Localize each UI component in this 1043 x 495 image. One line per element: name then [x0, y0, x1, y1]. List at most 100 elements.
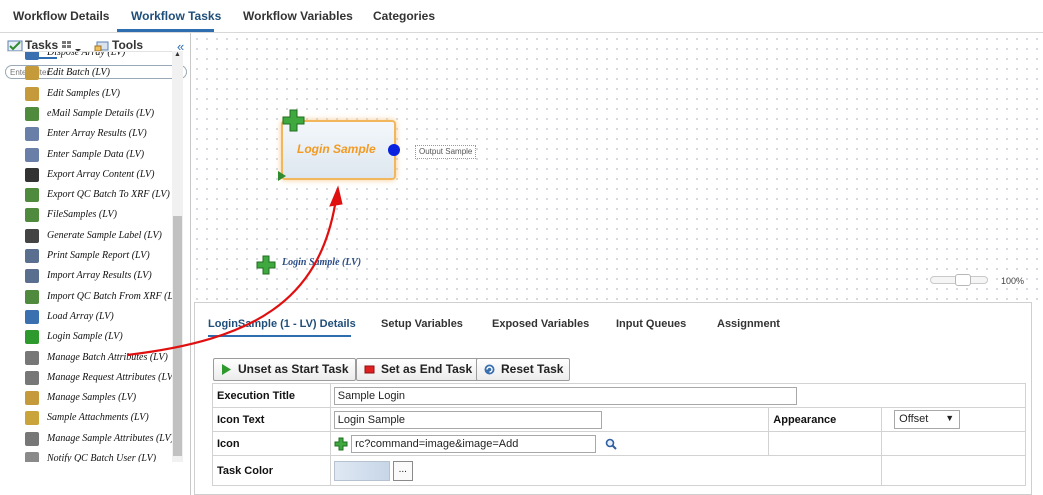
reset-task-label: Reset Task	[501, 362, 564, 376]
export-icon	[25, 167, 39, 182]
node-title[interactable]: Login Sample	[297, 142, 376, 156]
unset-start-task-button[interactable]: Unset as Start Task	[213, 358, 356, 381]
active-tab-underline	[117, 29, 214, 32]
start-task-arrow-icon[interactable]	[278, 171, 286, 181]
stop-icon	[364, 365, 375, 374]
appearance-value: Offset	[899, 413, 929, 425]
details-tab-underline	[208, 335, 351, 337]
tab-setup-variables[interactable]: Setup Variables	[381, 318, 463, 330]
task-list-item[interactable]: Import Array Results (LV)	[7, 266, 172, 286]
task-list-item[interactable]: eMail Sample Details (LV)	[7, 104, 172, 124]
output-port[interactable]	[388, 144, 400, 156]
task-list-item[interactable]: Enter Sample Data (LV)	[7, 145, 172, 165]
import-qc-icon	[25, 289, 39, 304]
task-list-item[interactable]: Export Array Content (LV)	[7, 165, 172, 185]
icon-url-input[interactable]	[351, 434, 597, 453]
barcode-icon	[25, 228, 39, 243]
set-end-task-label: Set as End Task	[381, 362, 473, 376]
task-list-item-label: Manage Samples (LV)	[47, 392, 137, 404]
task-list-item-label: Enter Array Results (LV)	[47, 128, 147, 140]
data-entry-icon	[25, 147, 39, 162]
task-list-item[interactable]: Manage Batch Attributes (LV)	[7, 348, 172, 368]
plus-icon	[282, 109, 305, 132]
attributes-icon	[25, 350, 39, 365]
edit-icon	[25, 86, 39, 101]
task-list: Dispose Array (LV) Edit Batch (LV) Edit Sa…	[7, 51, 172, 462]
appearance-label: Appearance	[768, 407, 883, 432]
palette-tab-tasks[interactable]: Tasks	[7, 38, 83, 52]
tab-workflow-variables[interactable]: Workflow Variables	[243, 9, 353, 23]
attributes-icon	[25, 370, 39, 385]
edit-icon	[25, 391, 39, 406]
task-list-item[interactable]: Generate Sample Label (LV)	[7, 226, 172, 246]
email-icon	[25, 106, 39, 121]
reset-task-button[interactable]: Reset Task	[476, 358, 571, 381]
notify-icon	[25, 452, 39, 462]
task-list-item[interactable]: Manage Sample Attributes (LV)	[7, 429, 172, 449]
task-list-item[interactable]: Edit Samples (LV)	[7, 84, 172, 104]
plus-icon	[25, 330, 39, 345]
edit-icon	[25, 66, 39, 81]
output-port-label: Output Sample	[415, 145, 477, 159]
attachment-icon	[25, 411, 39, 426]
play-icon	[222, 364, 231, 375]
tab-assignment[interactable]: Assignment	[717, 318, 780, 330]
task-list-item-label: Notify QC Batch User (LV)	[47, 453, 157, 462]
tab-categories[interactable]: Categories	[373, 9, 435, 23]
task-list-item[interactable]: Load Array (LV)	[7, 307, 172, 327]
print-icon	[25, 249, 39, 263]
load-icon	[25, 309, 39, 324]
task-color-picker-button[interactable]: ...	[392, 460, 413, 481]
task-list-item[interactable]: Manage Samples (LV)	[7, 388, 172, 408]
execution-title-label: Execution Title	[212, 383, 331, 408]
file-icon	[25, 208, 39, 223]
task-list-item-label: Manage Sample Attributes (LV)	[47, 432, 172, 444]
task-list-item-label: Import QC Batch From XRF (LV)	[47, 290, 172, 302]
task-list-item[interactable]: Edit Batch (LV)	[7, 63, 172, 83]
tab-workflow-details[interactable]: Workflow Details	[13, 9, 109, 23]
palette-tab-tasks-label: Tasks	[25, 38, 59, 52]
plus-icon	[334, 437, 348, 450]
palette-tab-tools[interactable]: Tools	[94, 38, 143, 52]
task-list-item-label: Dispose Array (LV)	[47, 51, 126, 58]
unset-start-task-label: Unset as Start Task	[238, 362, 349, 376]
tab-workflow-tasks[interactable]: Workflow Tasks	[131, 9, 221, 23]
execution-title-input[interactable]	[333, 386, 797, 405]
array-icon	[25, 127, 39, 142]
task-list-item[interactable]: Sample Attachments (LV)	[7, 408, 172, 428]
task-list-item-label: Print Sample Report (LV)	[47, 250, 150, 261]
task-list-item[interactable]: Notify QC Batch User (LV)	[7, 449, 172, 462]
task-list-item-label: Export Array Content (LV)	[47, 168, 155, 180]
zoom-level-label: 100%	[1001, 276, 1025, 286]
icon-text-input[interactable]	[333, 410, 602, 429]
scroll-up-arrow-icon[interactable]: ▲	[172, 51, 183, 63]
task-list-item-label: eMail Sample Details (LV)	[47, 107, 155, 119]
task-list-item-label: Manage Request Attributes (LV)	[47, 371, 172, 383]
task-list-item[interactable]: Import QC Batch From XRF (LV)	[7, 287, 172, 307]
dragged-task: Login Sample (LV)	[256, 255, 361, 278]
task-list-item-label: Manage Batch Attributes (LV)	[47, 351, 168, 363]
tab-exposed-variables[interactable]: Exposed Variables	[492, 318, 589, 330]
dragged-task-label: Login Sample (LV)	[282, 257, 362, 268]
tab-input-queues[interactable]: Input Queues	[616, 318, 686, 330]
task-list-item[interactable]: FileSamples (LV)	[7, 205, 172, 225]
task-list-item-label: Load Array (LV)	[47, 310, 114, 322]
task-color-swatch[interactable]	[333, 460, 390, 481]
task-list-item-label: Edit Samples (LV)	[47, 87, 120, 99]
dispose-icon	[25, 52, 39, 60]
task-list-item[interactable]: Dispose Array (LV)	[7, 51, 172, 63]
task-list-item[interactable]: Login Sample (LV)	[7, 327, 172, 347]
dropdown-arrow-icon: ▼	[945, 413, 955, 423]
tab-task-details[interactable]: LoginSample (1 - LV) Details	[208, 318, 356, 330]
task-list-item[interactable]: Manage Request Attributes (LV)	[7, 368, 172, 388]
top-tab-bar: Workflow Details Workflow Tasks Workflow…	[0, 0, 1043, 33]
scrollbar-thumb[interactable]	[173, 216, 182, 456]
set-end-task-button[interactable]: Set as End Task	[356, 358, 480, 381]
task-list-item-label: Enter Sample Data (LV)	[47, 148, 145, 160]
search-icon[interactable]	[605, 438, 618, 450]
appearance-select[interactable]: Offset ▼	[894, 410, 961, 429]
task-list-item[interactable]: Export QC Batch To XRF (LV)	[7, 185, 172, 205]
task-list-item[interactable]: Print Sample Report (LV)	[7, 246, 172, 266]
zoom-slider-thumb[interactable]	[955, 274, 971, 286]
task-list-item[interactable]: Enter Array Results (LV)	[7, 124, 172, 144]
